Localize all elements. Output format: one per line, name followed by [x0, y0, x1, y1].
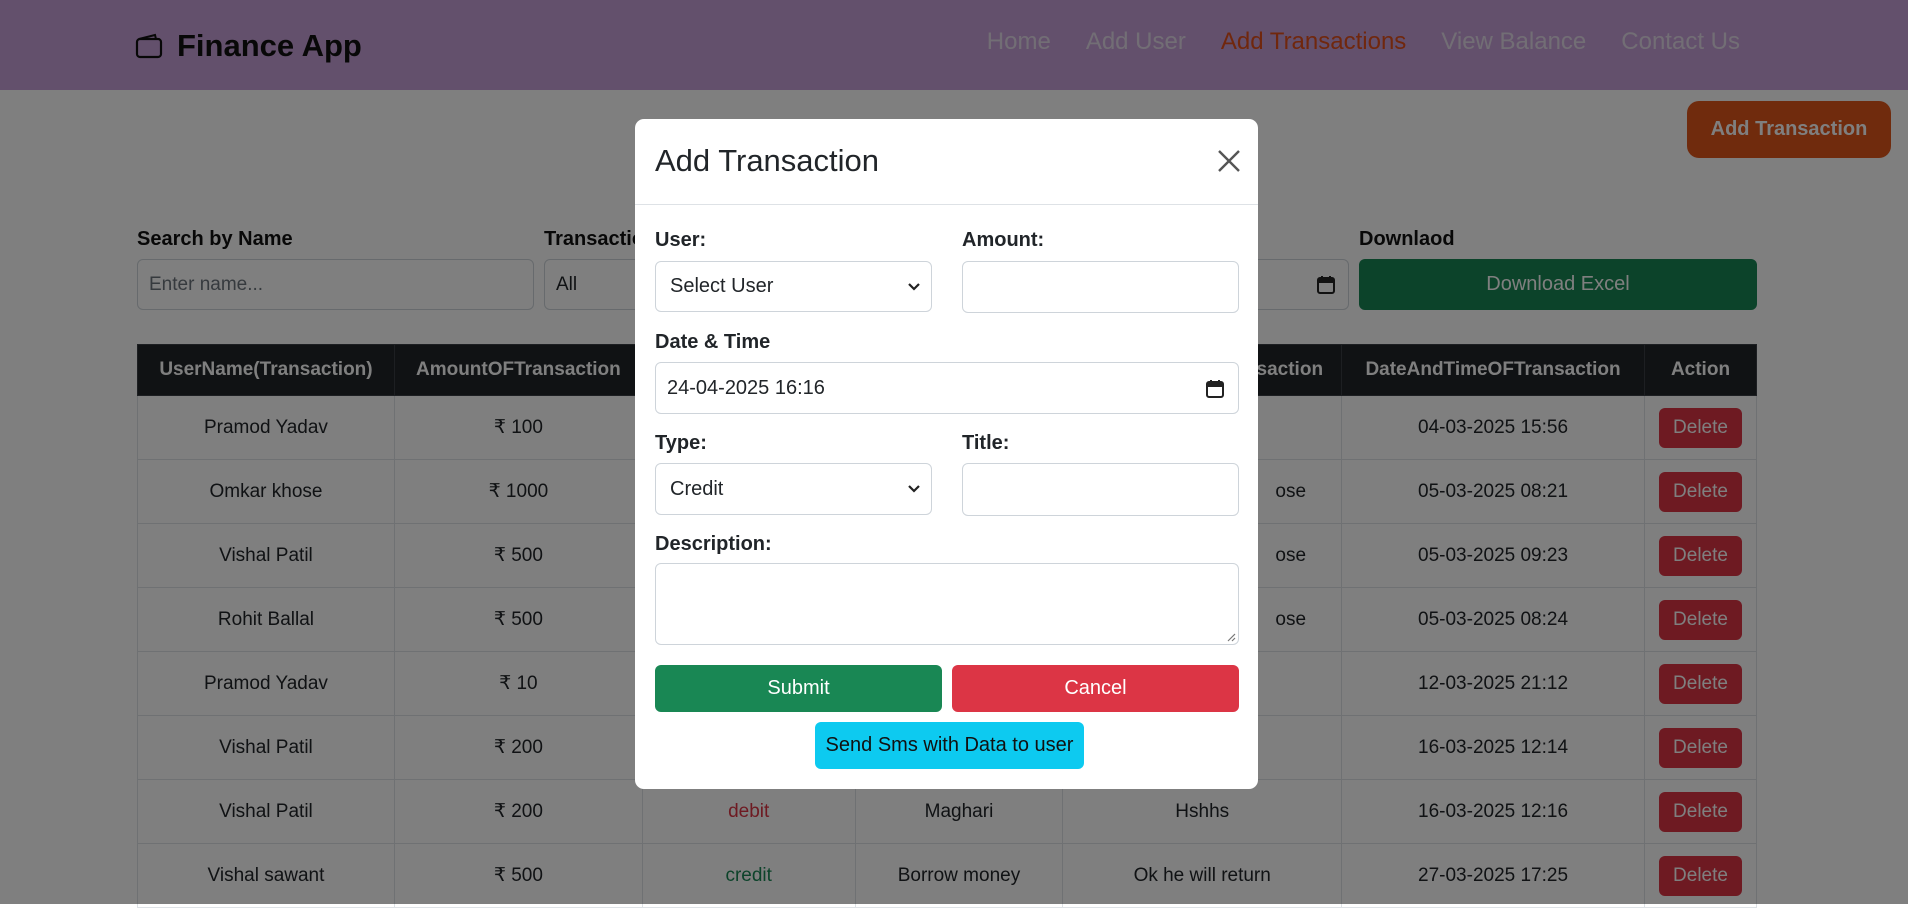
datetime-value: 24-04-2025 16:16 [667, 376, 825, 399]
user-label: User: [655, 229, 707, 251]
description-label: Description: [655, 533, 772, 555]
user-select[interactable]: Select User [655, 261, 932, 312]
modal-title: Add Transaction [655, 143, 880, 178]
amount-input[interactable] [962, 261, 1239, 313]
type-select[interactable]: Credit [655, 463, 932, 515]
close-icon[interactable] [1216, 148, 1242, 174]
modal-header: Add Transaction [635, 119, 1258, 205]
add-transaction-modal: Add Transaction User: Select User Amount… [635, 119, 1258, 789]
cancel-button[interactable]: Cancel [952, 665, 1239, 712]
title-input[interactable] [962, 463, 1239, 516]
datetime-input[interactable]: 24-04-2025 16:16 [655, 362, 1239, 414]
calendar-icon[interactable] [1205, 379, 1225, 399]
chevron-down-icon [908, 485, 920, 493]
amount-label: Amount: [962, 229, 1045, 251]
send-sms-button[interactable]: Send Sms with Data to user [815, 722, 1084, 769]
title-label: Title: [962, 432, 1010, 454]
submit-button[interactable]: Submit [655, 665, 942, 712]
resize-handle-icon[interactable] [1226, 632, 1236, 642]
chevron-down-icon [908, 282, 920, 291]
datetime-label: Date & Time [655, 331, 771, 353]
description-textarea[interactable] [655, 563, 1239, 645]
user-select-value: Select User [670, 275, 774, 297]
type-label: Type: [655, 432, 707, 454]
type-select-value: Credit [670, 477, 724, 500]
